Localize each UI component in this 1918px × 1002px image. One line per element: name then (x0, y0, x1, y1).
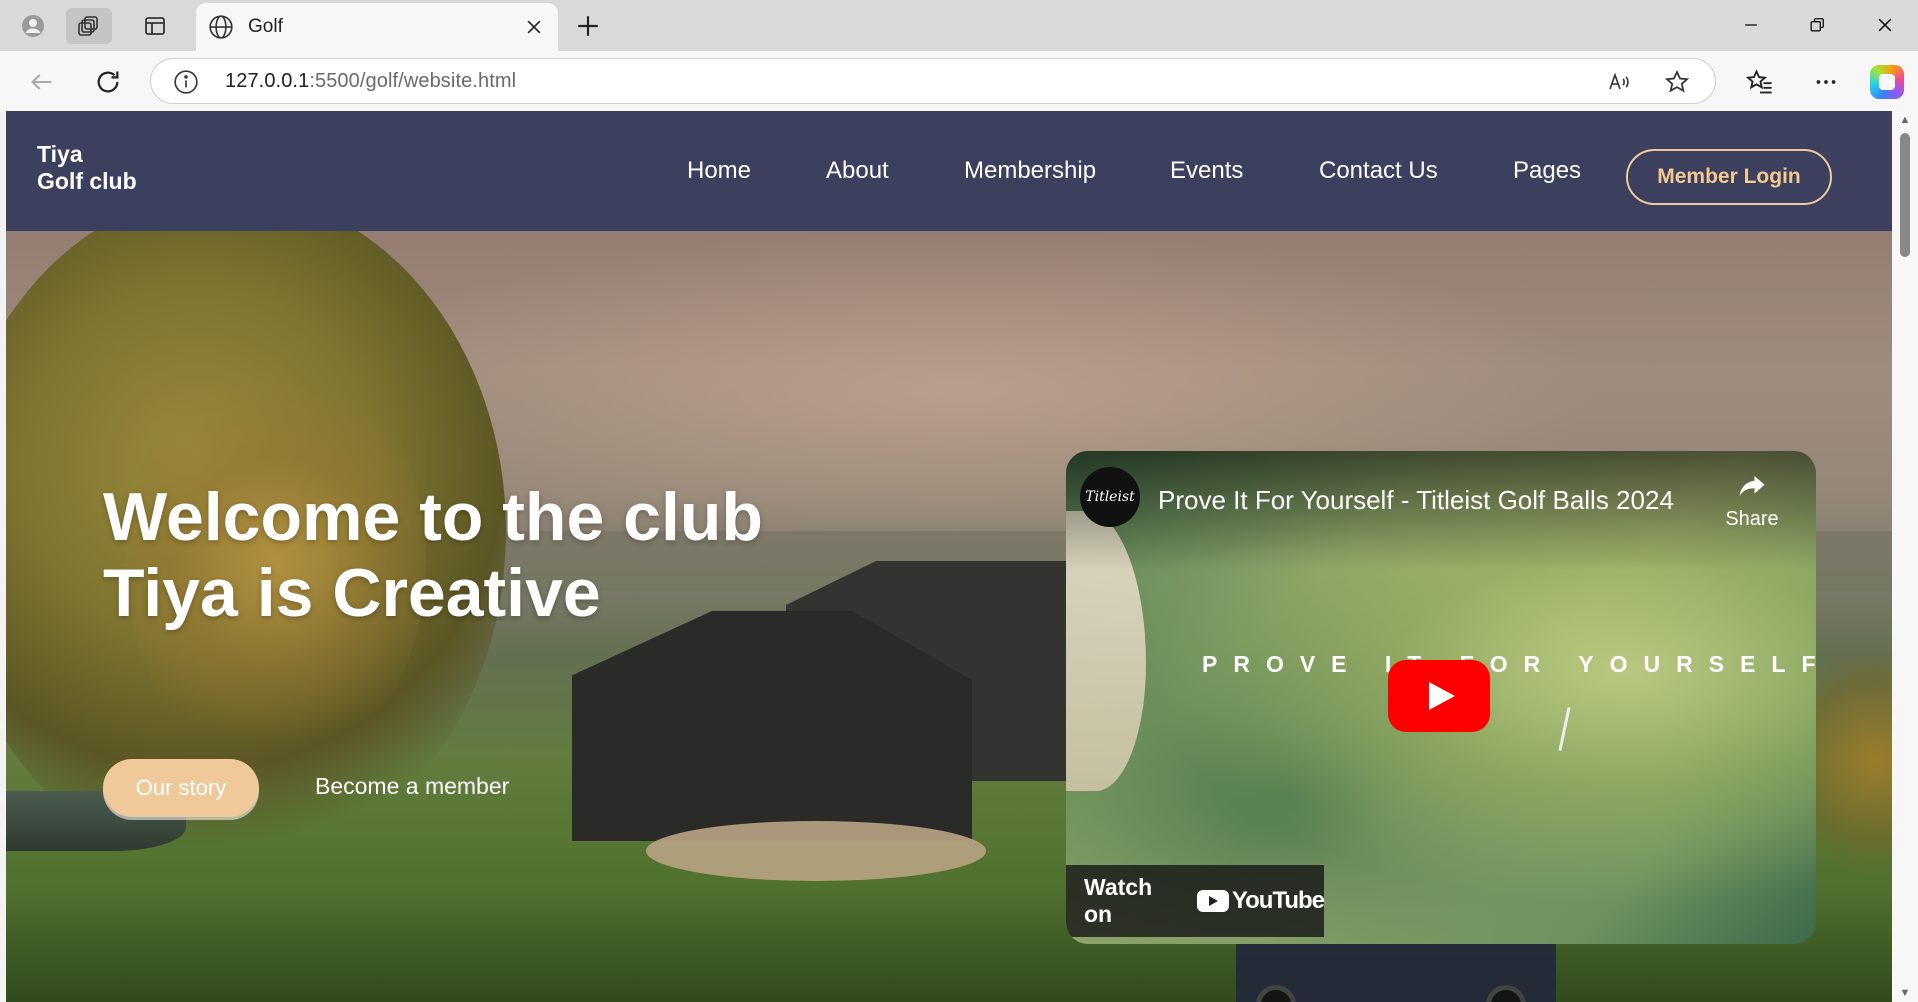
page-scrollbar[interactable]: ▲ ▼ (1892, 111, 1918, 1002)
profile-icon[interactable] (10, 8, 56, 44)
youtube-play-icon (1196, 890, 1229, 912)
url-host: 127.0.0.1 (225, 70, 310, 92)
read-aloud-icon[interactable] (1605, 69, 1633, 95)
cart-wheel (1486, 985, 1526, 1002)
browser-tab-bar: Golf (0, 0, 1918, 51)
our-story-button[interactable]: Our story (103, 759, 259, 817)
scroll-down-icon[interactable]: ▼ (1899, 987, 1911, 999)
watch-on-youtube-button[interactable]: Watch on YouTube (1066, 865, 1325, 937)
nav-link-about[interactable]: About (826, 157, 889, 185)
workspaces-icon[interactable] (66, 8, 112, 44)
nav-link-events[interactable]: Events (1170, 157, 1243, 185)
youtube-logo-icon: YouTube (1196, 887, 1325, 915)
new-tab-button[interactable] (570, 10, 606, 42)
url-path: :5500/golf/website.html (309, 70, 517, 92)
golf-flag (1558, 707, 1571, 751)
reload-icon[interactable] (90, 65, 126, 99)
play-button[interactable] (1388, 660, 1490, 732)
youtube-video-embed[interactable]: Titleist Prove It For Yourself - Titleis… (1066, 451, 1816, 944)
globe-icon (208, 14, 234, 40)
address-bar[interactable]: 127.0.0.1:5500/golf/website.html (150, 58, 1716, 104)
back-icon[interactable] (24, 65, 60, 99)
brand-line2: Golf club (37, 168, 137, 194)
hero-clubhouse (572, 611, 972, 841)
video-title[interactable]: Prove It For Yourself - Titleist Golf Ba… (1158, 485, 1718, 516)
share-label: Share (1725, 508, 1779, 530)
vertical-tabs-icon[interactable] (132, 8, 178, 44)
become-member-link[interactable]: Become a member (315, 773, 509, 800)
hero-bunker (646, 821, 986, 881)
site-navbar: Tiya Golf club Home About Membership Eve… (6, 111, 1892, 231)
hero-title-line2: Tiya is Creative (103, 555, 601, 631)
nav-link-membership[interactable]: Membership (964, 157, 1096, 185)
active-tab[interactable]: Golf (196, 3, 558, 51)
close-window-button[interactable] (1860, 8, 1910, 42)
share-icon (1739, 476, 1765, 496)
video-tagline: PROVE IT FOR YOURSELF (1202, 651, 1816, 677)
favorite-star-icon[interactable] (1663, 69, 1691, 95)
more-options-icon[interactable] (1808, 65, 1844, 99)
youtube-wordmark: YouTube (1231, 887, 1325, 914)
tab-title: Golf (248, 16, 283, 37)
nav-link-contact-us[interactable]: Contact Us (1319, 157, 1438, 185)
restore-button[interactable] (1792, 8, 1842, 42)
share-button[interactable]: Share (1712, 471, 1792, 531)
favorites-icon[interactable] (1742, 65, 1778, 99)
hero-section: Welcome to the club Tiya is Creative Our… (6, 231, 1892, 1002)
browser-toolbar: 127.0.0.1:5500/golf/website.html (0, 51, 1918, 111)
nav-link-home[interactable]: Home (687, 157, 751, 185)
brand-line1: Tiya (37, 141, 83, 167)
close-tab-icon[interactable] (522, 15, 546, 39)
site-info-icon[interactable] (173, 69, 199, 95)
page-viewport: Tiya Golf club Home About Membership Eve… (6, 111, 1892, 1002)
copilot-icon[interactable] (1870, 65, 1904, 99)
minimize-button[interactable] (1726, 8, 1776, 42)
hero-title-line1: Welcome to the club (103, 479, 763, 555)
member-login-button[interactable]: Member Login (1626, 149, 1832, 205)
cart-wheel (1256, 985, 1296, 1002)
hero-title: Welcome to the club Tiya is Creative (103, 479, 763, 631)
channel-avatar[interactable]: Titleist (1080, 467, 1140, 527)
site-brand[interactable]: Tiya Golf club (37, 141, 137, 195)
scroll-up-icon[interactable]: ▲ (1899, 114, 1911, 126)
nav-link-pages[interactable]: Pages (1513, 157, 1581, 185)
url-text[interactable]: 127.0.0.1:5500/golf/website.html (225, 70, 516, 93)
scroll-thumb[interactable] (1900, 133, 1910, 257)
watch-on-label: Watch on (1084, 874, 1153, 927)
